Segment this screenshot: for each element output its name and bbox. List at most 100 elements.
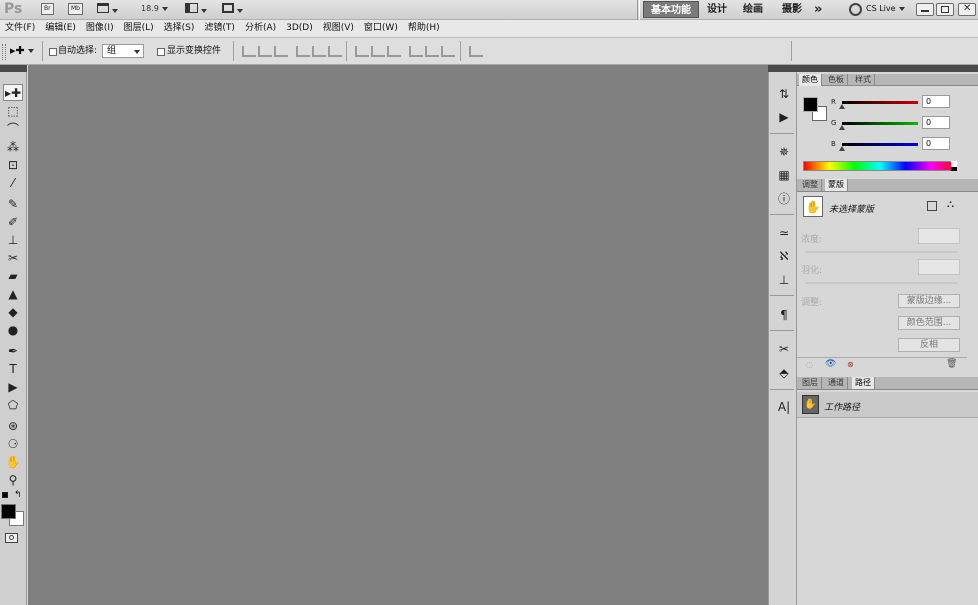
feather-input[interactable] [918, 259, 960, 275]
healing-brush-tool-icon[interactable]: ✎ [3, 196, 23, 213]
cslive-button[interactable]: CS Live [866, 4, 905, 13]
apply-mask-icon[interactable]: 👁 [825, 359, 836, 369]
tools-panel-header[interactable] [0, 65, 27, 72]
menu-view[interactable]: 视图(V) [318, 20, 359, 37]
align-bottom-icon[interactable] [274, 46, 288, 57]
green-value-input[interactable]: 0 [922, 116, 950, 129]
tab-color[interactable]: 颜色 [799, 74, 822, 86]
distribute-bottom-icon[interactable] [387, 46, 401, 57]
paint-bucket-tool-icon[interactable]: ▲ [3, 286, 23, 303]
tab-layers[interactable]: 图层 [799, 377, 822, 389]
green-slider[interactable] [842, 122, 918, 125]
tool-presets-icon[interactable]: ✂ [775, 340, 793, 358]
show-transform-checkbox[interactable] [157, 48, 165, 56]
load-selection-icon[interactable]: ◌ [806, 360, 813, 369]
marquee-tool-icon[interactable]: ⬚ [3, 103, 23, 120]
pixel-mask-icon[interactable] [927, 201, 937, 211]
collapsed-panels-header[interactable] [768, 65, 797, 72]
workspace-painting[interactable]: 绘画 [736, 1, 770, 18]
workspace-design[interactable]: 设计 [700, 1, 734, 18]
foreground-color-swatch[interactable] [803, 97, 818, 112]
quick-mask-icon[interactable] [5, 533, 18, 543]
distribute-right-icon[interactable] [441, 46, 455, 57]
bridge-button[interactable]: Br [41, 3, 54, 15]
move-tool-icon[interactable]: ▸✚ [3, 84, 23, 101]
distribute-hcenter-icon[interactable] [425, 46, 439, 57]
mini-bridge-button[interactable]: Mb [68, 3, 83, 15]
menu-filter[interactable]: 滤镜(T) [199, 20, 240, 37]
actions-icon[interactable]: ▶ [775, 108, 793, 126]
disable-mask-icon[interactable]: ⊗ [847, 360, 854, 369]
tab-masks[interactable]: 蒙版 [825, 179, 848, 191]
red-slider-handle[interactable] [839, 104, 845, 109]
align-hcenter-icon[interactable] [312, 46, 326, 57]
align-right-icon[interactable] [328, 46, 342, 57]
menu-help[interactable]: 帮助(H) [403, 20, 445, 37]
vector-mask-icon[interactable]: ⛬ [947, 199, 954, 210]
align-left-icon[interactable] [296, 46, 310, 57]
close-button[interactable]: ✕ [958, 3, 976, 16]
align-top-icon[interactable] [242, 46, 256, 57]
tab-channels[interactable]: 通道 [825, 377, 848, 389]
3d-rotate-tool-icon[interactable]: ⊛ [3, 418, 23, 435]
menu-select[interactable]: 选择(S) [159, 20, 200, 37]
hand-tool-icon[interactable]: ✋ [3, 454, 23, 471]
tab-styles[interactable]: 样式 [852, 74, 875, 86]
blue-slider[interactable] [842, 143, 918, 146]
brushes-icon[interactable]: ℵ [775, 247, 793, 265]
color-spectrum-ramp[interactable] [803, 161, 957, 171]
green-slider-handle[interactable] [839, 125, 845, 130]
menu-window[interactable]: 窗口(W) [359, 20, 403, 37]
character-icon[interactable]: A| [775, 398, 793, 416]
histogram-icon[interactable]: ▦ [775, 166, 793, 184]
brush-presets-icon[interactable]: ≃ [775, 224, 793, 242]
mask-edge-button[interactable]: 蒙版边缘... [898, 294, 960, 308]
default-colors-icon[interactable] [2, 492, 8, 498]
align-vcenter-icon[interactable] [258, 46, 272, 57]
density-slider[interactable] [805, 251, 957, 253]
black-swatch[interactable] [951, 167, 957, 171]
3d-orbit-tool-icon[interactable]: ⚆ [3, 436, 23, 453]
distribute-left-icon[interactable] [409, 46, 423, 57]
more-workspaces-button[interactable]: » [807, 1, 829, 18]
auto-select-dropdown[interactable]: 组 [102, 44, 144, 58]
red-value-input[interactable]: 0 [922, 95, 950, 108]
menu-image[interactable]: 图像(I) [81, 20, 119, 37]
foreground-color-swatch[interactable] [1, 504, 16, 519]
shape-tool-icon[interactable]: ⬠ [3, 397, 23, 414]
menu-file[interactable]: 文件(F) [0, 20, 40, 37]
tool-preset-picker[interactable]: ▸✚ [10, 44, 34, 57]
history-brush-tool-icon[interactable]: ✂ [3, 250, 23, 267]
color-range-button[interactable]: 颜色范围... [898, 316, 960, 330]
menu-analysis[interactable]: 分析(A) [240, 20, 281, 37]
tab-adjustments[interactable]: 调整 [799, 179, 822, 191]
menu-edit[interactable]: 编辑(E) [40, 20, 81, 37]
invert-button[interactable]: 反相 [898, 338, 960, 352]
blur-tool-icon[interactable]: ◆ [3, 304, 23, 321]
view-extras-button[interactable] [97, 3, 122, 16]
blue-value-input[interactable]: 0 [922, 137, 950, 150]
auto-select-checkbox[interactable] [49, 48, 57, 56]
clone-source-icon[interactable]: ⊥ [775, 271, 793, 289]
quick-selection-tool-icon[interactable]: ⁂ [3, 139, 23, 156]
brush-tool-icon[interactable]: ✐ [3, 214, 23, 231]
cslive-icon[interactable] [849, 3, 862, 16]
path-selection-tool-icon[interactable]: ▶ [3, 379, 23, 396]
lasso-tool-icon[interactable]: ⌒ [3, 121, 23, 138]
type-tool-icon[interactable]: T [3, 361, 23, 378]
swap-colors-icon[interactable]: ↰ [14, 490, 22, 500]
tab-paths[interactable]: 路径 [852, 377, 875, 389]
clone-stamp-tool-icon[interactable]: ⊥ [3, 232, 23, 249]
history-icon[interactable]: ⇅ [775, 85, 793, 103]
workspace-essentials[interactable]: 基本功能 [643, 1, 699, 18]
eyedropper-tool-icon[interactable]: ⁄ [3, 175, 23, 192]
feather-slider[interactable] [805, 282, 957, 284]
3d-icon[interactable]: ⬘ [775, 364, 793, 382]
dodge-tool-icon[interactable]: ● [3, 322, 23, 339]
panel-dock-header[interactable] [797, 65, 978, 72]
zoom-level[interactable]: 18.9 [141, 4, 168, 13]
delete-mask-icon[interactable]: 🗑 [946, 359, 957, 369]
info-icon[interactable]: ⓘ [775, 190, 793, 208]
eraser-tool-icon[interactable]: ▰ [3, 268, 23, 285]
minimize-button[interactable] [916, 3, 934, 16]
